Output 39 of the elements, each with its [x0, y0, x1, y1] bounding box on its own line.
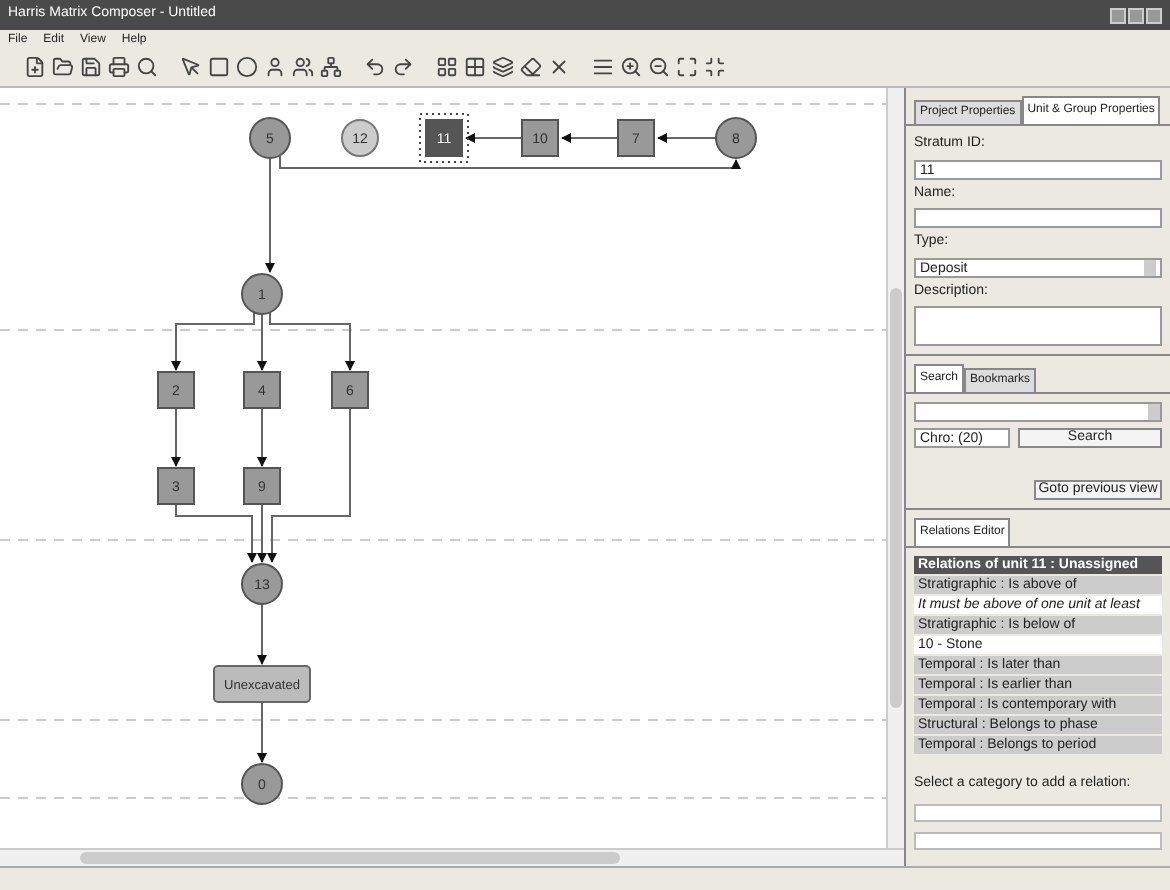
table-icon[interactable] [464, 56, 486, 78]
grid-icon[interactable] [436, 56, 458, 78]
pointer-icon[interactable] [180, 56, 202, 78]
vertical-scrollbar[interactable] [886, 88, 904, 848]
connector-arrow [171, 407, 181, 467]
description-field[interactable] [914, 306, 1162, 346]
layers-icon[interactable] [492, 56, 514, 78]
connector-arrow [657, 133, 717, 143]
printer-icon[interactable] [108, 56, 130, 78]
close-icon[interactable] [1146, 7, 1162, 23]
connector-arrow [561, 133, 619, 143]
zoom-fit-icon[interactable] [676, 56, 698, 78]
zoom-out-icon[interactable] [648, 56, 670, 78]
redo-icon[interactable] [392, 56, 414, 78]
eraser-icon[interactable] [520, 56, 542, 78]
zoom-reset-icon[interactable] [704, 56, 726, 78]
search-dropdown[interactable] [914, 402, 1162, 422]
delete-icon[interactable] [548, 56, 570, 78]
people-icon[interactable] [292, 56, 314, 78]
zoom-in-icon[interactable] [620, 56, 642, 78]
save-icon[interactable] [80, 56, 102, 78]
circle-icon[interactable] [236, 56, 258, 78]
network-icon[interactable] [320, 56, 342, 78]
relation-field[interactable] [914, 804, 1162, 822]
name-field[interactable] [914, 208, 1162, 228]
connector-arrow [257, 603, 267, 665]
folder-icon[interactable] [52, 56, 74, 78]
lines-icon[interactable] [592, 56, 614, 78]
maximize-icon[interactable] [1128, 7, 1144, 23]
minimize-icon[interactable] [1110, 7, 1126, 23]
square-icon[interactable] [208, 56, 230, 78]
connector-arrow [257, 701, 267, 763]
horizontal-scrollbar[interactable] [0, 848, 904, 866]
connector-arrow [265, 157, 275, 273]
new-file-icon[interactable] [24, 56, 46, 78]
search-icon[interactable] [136, 56, 158, 78]
undo-icon[interactable] [364, 56, 386, 78]
person-icon[interactable] [264, 56, 286, 78]
connector-arrow [465, 133, 523, 143]
